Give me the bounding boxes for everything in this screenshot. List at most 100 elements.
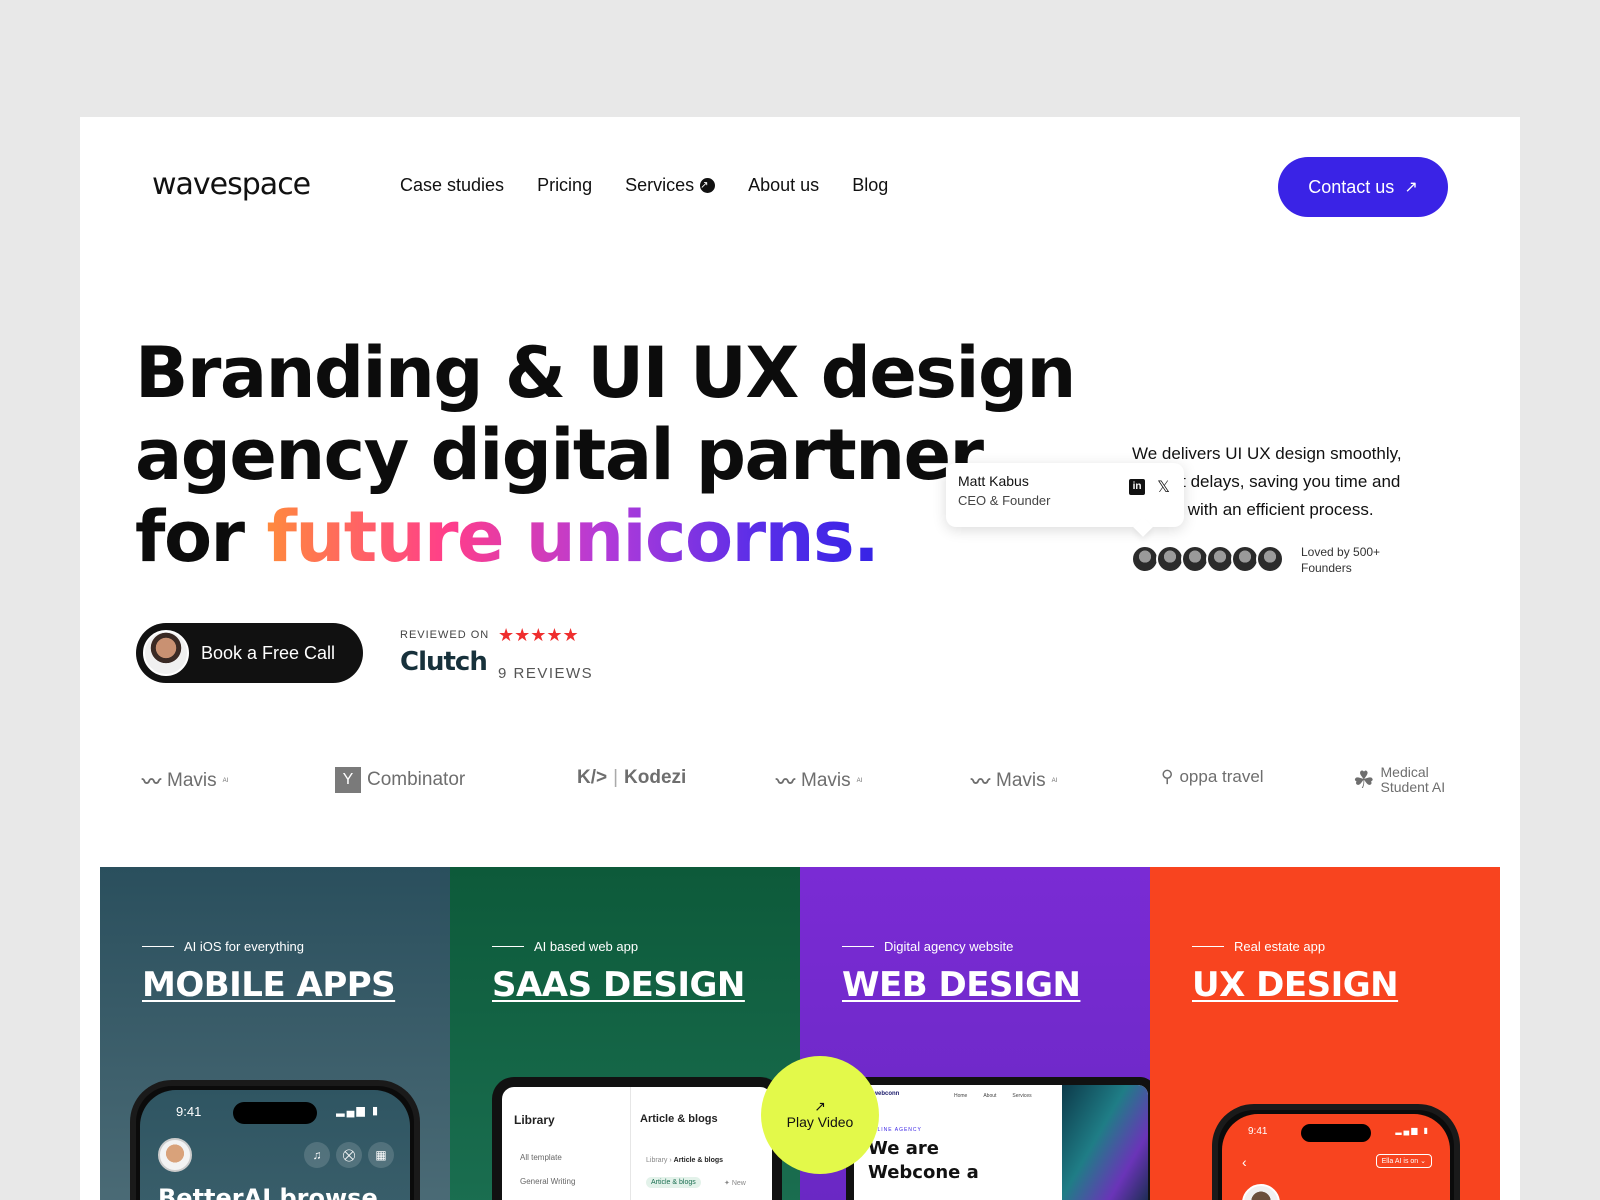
library-item: All template: [520, 1153, 562, 1162]
cart-icon: ⛒: [336, 1142, 362, 1168]
client-logo-mavis: 〰 Mavis AI: [142, 767, 228, 794]
x-icon[interactable]: 𝕏: [1157, 477, 1170, 497]
breadcrumb-root: Library: [646, 1157, 668, 1164]
phone-screen: 9:41 ▂▄▆ ▮ ♫ ⛒ ▦ BetterAI browse: [140, 1090, 410, 1200]
avatar: [1231, 545, 1259, 573]
hero-line-3: for future unicorns.: [135, 496, 1075, 578]
site-hero-line-1: We are: [868, 1138, 939, 1159]
signal-icon: ▂▄▆ ▮: [1395, 1126, 1430, 1135]
phone-notch: [233, 1102, 317, 1124]
kodezi-icon: K/>: [577, 767, 608, 788]
client-logo-kodezi: K/> | Kodezi: [577, 767, 686, 789]
nav-about-us[interactable]: About us: [748, 175, 819, 196]
book-free-call-label: Book a Free Call: [201, 642, 336, 663]
card-title[interactable]: MOBILE APPS: [142, 965, 396, 1005]
play-video-label: Play Video: [786, 1114, 854, 1130]
grid-icon: ▦: [368, 1142, 394, 1168]
laptop-mockup: W webconn Home About Services ONLINE AGE…: [846, 1077, 1150, 1200]
star-rating-icon: ★★★★★: [498, 625, 579, 645]
ai-status-pill: Ella AI is on ⌄: [1375, 1154, 1432, 1168]
brand-name: Mavis: [996, 769, 1046, 791]
site-nav: Home About Services: [954, 1093, 1032, 1099]
linkedin-icon[interactable]: in: [1129, 479, 1146, 495]
tablet-mockup: Library All template General Writing Art…: [492, 1077, 782, 1200]
brand-suffix: AI: [1051, 777, 1058, 784]
new-label: New: [731, 1180, 746, 1187]
clutch-logo: Clutch: [400, 647, 488, 677]
phone-mockup: 9:41 ▂▄▆ ▮ ♫ ⛒ ▦ BetterAI browse: [130, 1080, 420, 1200]
reviews-count: 9 REVIEWS: [498, 665, 594, 682]
card-tag: AI based web app: [492, 939, 638, 954]
loved-by-label: Loved by 500+ Founders: [1301, 544, 1380, 576]
clutch-rating[interactable]: REVIEWED ON ★★★★★ Clutch 9 REVIEWS: [400, 625, 592, 682]
contact-us-label: Contact us: [1308, 176, 1395, 197]
nav-case-studies[interactable]: Case studies: [400, 175, 504, 196]
tablet-screen: Library All template General Writing Art…: [502, 1087, 772, 1200]
new-button: ✦ New: [724, 1180, 746, 1187]
hero-line-2: agency digital partner: [135, 414, 984, 496]
nav-services-label: Services: [625, 175, 695, 195]
main-nav: Case studies Pricing Services ↗ About us …: [400, 175, 888, 196]
reviewed-on-label: REVIEWED ON: [400, 629, 490, 641]
hero-line-3-plain: for: [135, 496, 267, 578]
avatar: [1131, 545, 1159, 573]
mavis-icon: 〰: [971, 772, 991, 793]
card-tag: AI iOS for everything: [142, 939, 304, 954]
avatar: [1181, 545, 1209, 573]
page: wavespace Case studies Pricing Services ↗…: [80, 117, 1520, 1200]
nav-blog[interactable]: Blog: [852, 175, 888, 196]
client-logo-combinator: Y Combinator: [335, 767, 465, 793]
phone-actions: ♫ ⛒ ▦: [304, 1142, 394, 1168]
testimonial-line-1: We delivers UI UX design smoothly,: [1132, 444, 1402, 463]
breadcrumb: Library › Article & blogs: [646, 1157, 724, 1164]
avatar: [143, 630, 189, 676]
mavis-icon: 〰: [142, 772, 162, 793]
client-logo-medical-student-ai: ☘ Medical Student AI: [1353, 765, 1445, 795]
avatar: [1256, 545, 1284, 573]
card-ux-design[interactable]: Real estate app UX DESIGN 9:41 ▂▄▆ ▮ ‹ E…: [1150, 867, 1500, 1200]
founder-avatars: [1131, 545, 1284, 573]
nav-pricing[interactable]: Pricing: [537, 175, 592, 196]
loved-line-1: Loved by 500+: [1301, 545, 1381, 559]
brand-name: Medical Student AI: [1381, 765, 1446, 795]
brand-suffix: AI: [222, 777, 229, 784]
card-tag: Real estate app: [1192, 939, 1325, 954]
phone-screen: 9:41 ▂▄▆ ▮ ‹ Ella AI is on ⌄: [1222, 1114, 1450, 1200]
arrow-up-right-icon: ↗: [1404, 179, 1418, 196]
wavespace-logo[interactable]: wavespace: [152, 167, 311, 202]
brand-name: Mavis: [167, 769, 217, 791]
nav-services[interactable]: Services ↗: [625, 175, 716, 196]
card-title[interactable]: SAAS DESIGN: [492, 965, 745, 1005]
brand-suffix: AI: [856, 777, 863, 784]
divider: |: [613, 767, 619, 788]
site-nav-item: Home: [954, 1093, 968, 1099]
arrow-up-right-icon: ↗: [814, 1098, 826, 1114]
avatar: [1206, 545, 1234, 573]
site-nav-item: About: [983, 1093, 997, 1099]
contact-us-button[interactable]: Contact us ↗: [1278, 157, 1448, 217]
site-hero: We are Webcone a: [868, 1137, 979, 1185]
signal-icon: ▂▄▆ ▮: [336, 1105, 380, 1117]
card-title[interactable]: WEB DESIGN: [842, 965, 1081, 1005]
ai-status-label: Ella AI is on: [1381, 1158, 1419, 1165]
medical-icon: ☘: [1353, 766, 1375, 794]
arrow-circle-icon: ↗: [700, 178, 716, 193]
phone-mockup: 9:41 ▂▄▆ ▮ ‹ Ella AI is on ⌄: [1212, 1104, 1460, 1200]
library-title: Library: [514, 1113, 555, 1127]
play-video-button[interactable]: ↗ Play Video: [761, 1056, 879, 1174]
avatar: [158, 1138, 192, 1172]
popup-tail: [1133, 517, 1153, 537]
avatar: [1156, 545, 1184, 573]
site-hero-line-2: Webcone a: [868, 1162, 979, 1183]
brand-name: Combinator: [367, 769, 466, 790]
service-cards: AI iOS for everything MOBILE APPS 9:41 ▂…: [100, 867, 1500, 1200]
card-tag: Digital agency website: [842, 939, 1013, 954]
bell-icon: ♫: [304, 1142, 330, 1168]
brand-name: Kodezi: [624, 767, 687, 788]
articles-title: Article & blogs: [640, 1113, 718, 1125]
book-free-call-button[interactable]: Book a Free Call: [136, 623, 363, 683]
card-saas-design[interactable]: AI based web app SAAS DESIGN Library All…: [450, 867, 800, 1200]
card-mobile-apps[interactable]: AI iOS for everything MOBILE APPS 9:41 ▂…: [100, 867, 450, 1200]
card-title[interactable]: UX DESIGN: [1192, 965, 1399, 1005]
author-popup: Matt Kabus CEO & Founder in 𝕏: [946, 463, 1184, 537]
